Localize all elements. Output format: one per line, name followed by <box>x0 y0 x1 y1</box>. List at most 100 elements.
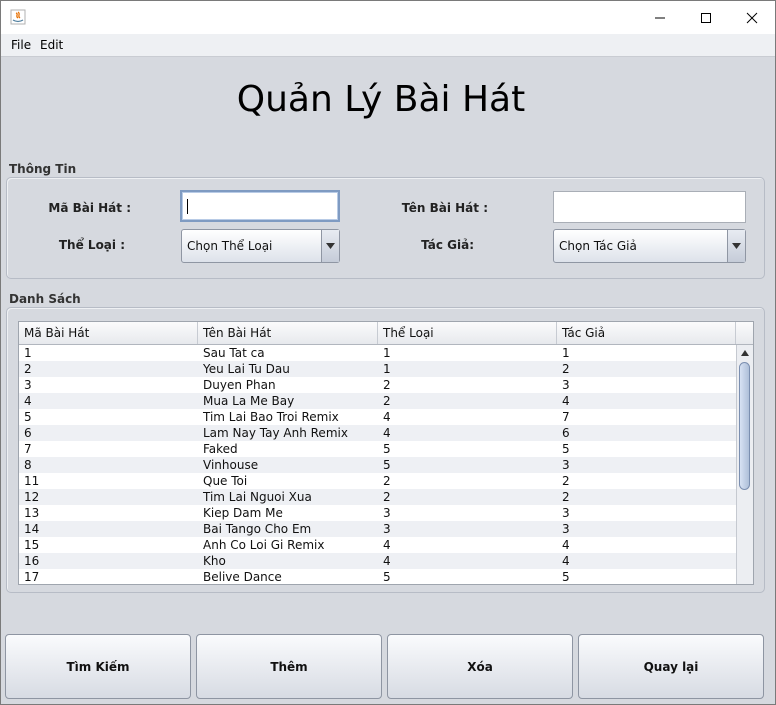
cell-ma: 14 <box>24 522 40 536</box>
cell-ma: 11 <box>24 474 40 488</box>
cell-tac-gia: 7 <box>562 410 570 424</box>
cell-the-loai: 2 <box>383 474 391 488</box>
cell-the-loai: 1 <box>383 362 391 376</box>
table-row[interactable]: 1 Sau Tat ca 1 1 <box>19 345 736 361</box>
tac-gia-label: Tác Giả: <box>421 238 474 252</box>
search-button[interactable]: Tìm Kiếm <box>5 634 191 699</box>
tac-gia-selected: Chọn Tác Giả <box>559 239 637 253</box>
add-button[interactable]: Thêm <box>196 634 382 699</box>
cell-the-loai: 2 <box>383 490 391 504</box>
cell-the-loai: 4 <box>383 538 391 552</box>
table-row[interactable]: 14 Bai Tango Cho Em 3 3 <box>19 521 736 537</box>
cell-ma: 16 <box>24 554 40 568</box>
cell-tac-gia: 2 <box>562 490 570 504</box>
cell-tac-gia: 4 <box>562 554 570 568</box>
cell-ma: 15 <box>24 538 40 552</box>
maximize-button[interactable] <box>683 1 729 34</box>
cell-ten: Duyen Phan <box>203 378 276 392</box>
close-icon <box>746 12 758 23</box>
back-button[interactable]: Quay lại <box>578 634 764 699</box>
text-caret <box>187 199 188 214</box>
menu-file[interactable]: File <box>11 38 31 52</box>
cell-ten: Belive Dance <box>203 570 282 584</box>
cell-ten: Faked <box>203 442 238 456</box>
table-row[interactable]: 5 Tim Lai Bao Troi Remix 4 7 <box>19 409 736 425</box>
table-row[interactable]: 13 Kiep Dam Me 3 3 <box>19 505 736 521</box>
cell-tac-gia: 1 <box>562 346 570 360</box>
cell-the-loai: 3 <box>383 506 391 520</box>
table-row[interactable]: 2 Yeu Lai Tu Dau 1 2 <box>19 361 736 377</box>
title-bar <box>1 1 775 34</box>
cell-ma: 5 <box>24 410 32 424</box>
cell-ma: 6 <box>24 426 32 440</box>
cell-the-loai: 3 <box>383 522 391 536</box>
cell-tac-gia: 6 <box>562 426 570 440</box>
ma-bai-hat-label: Mã Bài Hát : <box>48 201 131 215</box>
song-table[interactable]: Mã Bài Hát Tên Bài Hát Thể Loại Tác Giả … <box>18 321 754 585</box>
cell-ma: 12 <box>24 490 40 504</box>
cell-tac-gia: 3 <box>562 458 570 472</box>
column-header-tac-gia[interactable]: Tác Giả <box>557 322 736 344</box>
menu-edit[interactable]: Edit <box>40 38 63 52</box>
cell-the-loai: 2 <box>383 378 391 392</box>
table-row[interactable]: 17 Belive Dance 5 5 <box>19 569 736 584</box>
the-loai-select[interactable]: Chọn Thể Loại <box>181 229 340 263</box>
table-row[interactable]: 4 Mua La Me Bay 2 4 <box>19 393 736 409</box>
table-row[interactable]: 11 Que Toi 2 2 <box>19 473 736 489</box>
scroll-up-icon[interactable] <box>740 348 750 358</box>
cell-the-loai: 5 <box>383 442 391 456</box>
cell-ma: 13 <box>24 506 40 520</box>
ten-bai-hat-label: Tên Bài Hát : <box>401 201 488 215</box>
ten-bai-hat-input[interactable] <box>553 191 746 223</box>
column-header-the-loai[interactable]: Thể Loại <box>378 322 557 344</box>
cell-ten: Mua La Me Bay <box>203 394 295 408</box>
cell-tac-gia: 2 <box>562 474 570 488</box>
cell-the-loai: 4 <box>383 410 391 424</box>
table-row[interactable]: 7 Faked 5 5 <box>19 441 736 457</box>
maximize-icon <box>701 12 711 23</box>
cell-tac-gia: 5 <box>562 442 570 456</box>
minimize-button[interactable] <box>637 1 683 34</box>
cell-the-loai: 2 <box>383 394 391 408</box>
close-button[interactable] <box>729 1 775 34</box>
tac-gia-select[interactable]: Chọn Tác Giả <box>553 229 746 263</box>
cell-ma: 1 <box>24 346 32 360</box>
java-app-icon <box>10 9 26 25</box>
cell-ten: Yeu Lai Tu Dau <box>203 362 290 376</box>
cell-ten: Sau Tat ca <box>203 346 265 360</box>
app-window: File Edit Quản Lý Bài Hát Thông Tin Mã B… <box>0 0 776 705</box>
cell-ten: Tim Lai Bao Troi Remix <box>203 410 339 424</box>
ma-bai-hat-input[interactable] <box>180 190 340 222</box>
cell-ten: Bai Tango Cho Em <box>203 522 312 536</box>
list-group-label: Danh Sách <box>9 292 81 306</box>
table-row[interactable]: 3 Duyen Phan 2 3 <box>19 377 736 393</box>
cell-ten: Anh Co Loi Gi Remix <box>203 538 325 552</box>
cell-the-loai: 5 <box>383 570 391 584</box>
chevron-down-icon <box>321 230 339 262</box>
table-scrollbar[interactable] <box>736 345 753 584</box>
the-loai-selected: Chọn Thể Loại <box>187 239 273 253</box>
cell-ten: Que Toi <box>203 474 248 488</box>
chevron-down-icon <box>727 230 745 262</box>
delete-button[interactable]: Xóa <box>387 634 573 699</box>
table-row[interactable]: 8 Vinhouse 5 3 <box>19 457 736 473</box>
cell-tac-gia: 5 <box>562 570 570 584</box>
info-group-label: Thông Tin <box>9 162 77 176</box>
cell-tac-gia: 4 <box>562 394 570 408</box>
cell-ma: 3 <box>24 378 32 392</box>
table-row[interactable]: 6 Lam Nay Tay Anh Remix 4 6 <box>19 425 736 441</box>
cell-tac-gia: 2 <box>562 362 570 376</box>
cell-ma: 17 <box>24 570 40 584</box>
cell-the-loai: 5 <box>383 458 391 472</box>
table-row[interactable]: 15 Anh Co Loi Gi Remix 4 4 <box>19 537 736 553</box>
cell-ten: Vinhouse <box>203 458 259 472</box>
cell-ma: 7 <box>24 442 32 456</box>
minimize-icon <box>655 17 665 18</box>
column-header-ma[interactable]: Mã Bài Hát <box>19 322 198 344</box>
table-row[interactable]: 16 Kho 4 4 <box>19 553 736 569</box>
scrollbar-thumb[interactable] <box>739 362 750 490</box>
page-title: Quản Lý Bài Hát <box>236 79 526 120</box>
cell-ma: 4 <box>24 394 32 408</box>
table-row[interactable]: 12 Tim Lai Nguoi Xua 2 2 <box>19 489 736 505</box>
column-header-ten[interactable]: Tên Bài Hát <box>198 322 378 344</box>
